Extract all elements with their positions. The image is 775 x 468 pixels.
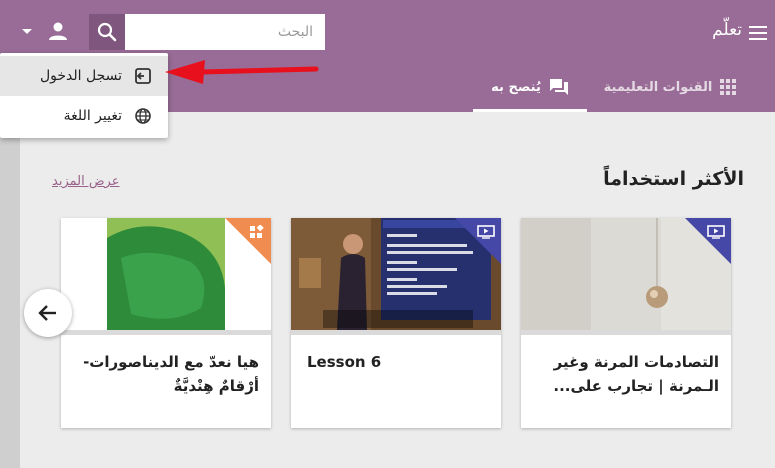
user-dropdown-menu: تسجل الدخول تغيير اللغة [0, 53, 168, 138]
view-more-link[interactable]: عرض المزيد [52, 174, 119, 189]
card-thumbnail [61, 218, 271, 330]
card-title: التصادمات المرنة وغير الـمرنة | تجارب عل… [553, 353, 719, 395]
tab-channels[interactable]: القنوات التعليمية [600, 62, 740, 112]
card-thumbnail [291, 218, 501, 330]
globe-icon [135, 108, 151, 124]
menu-item-label: تسجل الدخول [39, 68, 122, 84]
card-title: Lesson 6 [307, 353, 382, 371]
content-card[interactable]: Lesson 6 [291, 218, 501, 428]
card-progress-bar [291, 330, 501, 335]
app-title: تعلّم [712, 20, 742, 40]
carousel-prev-button[interactable] [24, 289, 72, 337]
menu-item-label: تغيير اللغة [63, 108, 122, 124]
content-card[interactable]: التصادمات المرنة وغير الـمرنة | تجارب عل… [521, 218, 731, 428]
search-icon [97, 22, 117, 42]
app-icon [250, 225, 264, 238]
annotation-arrow [165, 60, 319, 84]
video-icon [477, 225, 495, 239]
user-menu-button[interactable] [44, 18, 72, 46]
chevron-down-icon[interactable] [22, 29, 32, 34]
login-icon [135, 68, 151, 84]
account-icon [49, 22, 67, 40]
forum-icon [549, 79, 568, 95]
search-button[interactable] [89, 14, 125, 50]
search-input[interactable] [125, 14, 325, 50]
card-progress-bar [61, 330, 271, 335]
tab-recommended-label: يُنصح به [491, 79, 541, 95]
hamburger-icon[interactable] [749, 26, 767, 40]
menu-item-sign-in[interactable]: تسجل الدخول [0, 56, 168, 96]
tab-recommended[interactable]: يُنصح به [473, 62, 587, 112]
card-title: هيا نعدّ مع الديناصورات- أرْقامٌ هِنْديَ… [83, 353, 259, 395]
video-icon [707, 225, 725, 239]
section-title: الأكثر استخداماً [603, 168, 744, 190]
apps-grid-icon [720, 79, 737, 95]
tab-channels-label: القنوات التعليمية [603, 79, 713, 95]
side-strip [0, 112, 20, 468]
card-thumbnail [521, 218, 731, 330]
arrow-left-icon [38, 305, 56, 321]
menu-item-change-language[interactable]: تغيير اللغة [0, 96, 168, 136]
card-progress-bar [521, 330, 731, 335]
content-card[interactable]: هيا نعدّ مع الديناصورات- أرْقامٌ هِنْديَ… [61, 218, 271, 428]
